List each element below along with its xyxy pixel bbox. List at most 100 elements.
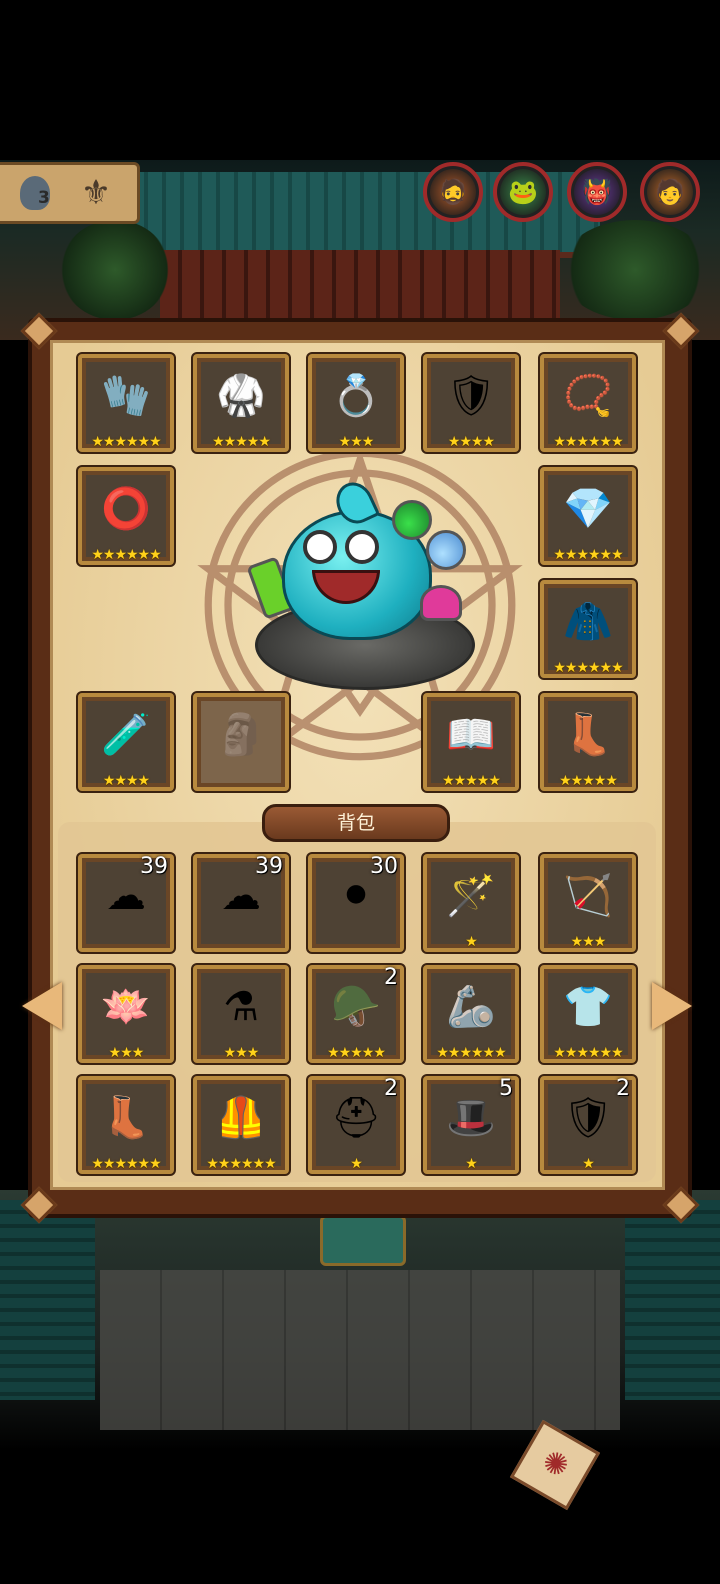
hero-button-2[interactable]: 🐸 <box>493 162 553 222</box>
flask-pink <box>420 585 462 621</box>
star-rating: ★★★★ <box>102 773 150 789</box>
equip-slot-locked-slot[interactable]: 🗿 <box>193 693 289 791</box>
alchemy-set-icon: 🧪 <box>101 712 151 758</box>
gold-armor-icon: 🦺 <box>216 1095 266 1141</box>
bag-slot-gold-armor[interactable]: 🦺 ★★★★★★ <box>193 1076 289 1174</box>
star-rating: ★ <box>350 1156 363 1172</box>
equip-slot-fire-book[interactable]: 📖 ★★★★★ <box>423 693 519 791</box>
potion-icon: ⚗ <box>223 984 259 1030</box>
star-rating: ★★★★★ <box>559 773 618 789</box>
star-rating: ★★★★★★ <box>553 434 623 450</box>
star-rating: ★ <box>582 1156 595 1172</box>
bag-slot-shirt-armor[interactable]: 👕 ★★★★★★ <box>540 965 636 1063</box>
hero-1-icon: 🧔 <box>438 178 468 206</box>
bag-slot-red-boots[interactable]: 👢 ★★★★★★ <box>78 1076 174 1174</box>
item-count: 2 <box>384 1076 398 1101</box>
boots-icon: 👢 <box>563 712 613 758</box>
hero-4-icon: 🧑 <box>655 178 685 206</box>
item-count: 39 <box>255 854 283 879</box>
star-rating: ★★★★★★ <box>91 434 161 450</box>
star-rating: ★ <box>465 934 478 950</box>
star-rating: ★★★★★★ <box>436 1045 506 1061</box>
hero-2-icon: 🐸 <box>508 178 538 206</box>
bag-slot-black-orb[interactable]: ⚫ 30 <box>308 854 404 952</box>
shirt-armor-icon: 👕 <box>563 984 613 1030</box>
star-rating: ★★★★★ <box>212 434 271 450</box>
lotus-icon: 🪷 <box>101 984 151 1030</box>
bag-slot-purple-gauntlet[interactable]: 🦾 ★★★★★★ <box>423 965 519 1063</box>
pine-tree-right <box>560 220 710 320</box>
bag-slot-horned-helmet[interactable]: 🎩 5 ★ <box>423 1076 519 1174</box>
chest-plate-icon: 🛡 <box>445 373 497 419</box>
item-count: 30 <box>370 854 398 879</box>
item-count: 2 <box>384 965 398 990</box>
star-rating: ★★★★★★ <box>206 1156 276 1172</box>
pine-tree-left <box>60 220 170 320</box>
bag-slot-aviator-helmet[interactable]: 🪖 2 ★★★★★ <box>308 965 404 1063</box>
bag-slot-blue-cloud[interactable]: ☁ 39 <box>78 854 174 952</box>
star-rating: ★★★ <box>338 434 375 450</box>
purple-gauntlet-icon: 🦾 <box>446 984 496 1030</box>
stone-floor <box>100 1270 620 1430</box>
flask-green <box>392 500 432 540</box>
star-rating: ★★★★★★ <box>553 1045 623 1061</box>
arrow-right-icon[interactable] <box>652 982 692 1030</box>
bag-slot-lotus[interactable]: 🪷 ★★★ <box>78 965 174 1063</box>
gloves-icon: 🧤 <box>101 373 151 419</box>
star-rating: ★★★★★★ <box>553 547 623 563</box>
star-rating: ★★★★★ <box>327 1045 386 1061</box>
equip-slot-cloak[interactable]: 🧥 ★★★★★★ <box>540 580 636 678</box>
wall-right <box>625 1200 720 1400</box>
item-count: 5 <box>499 1076 513 1101</box>
bag-slot-potion[interactable]: ⚗ ★★★ <box>193 965 289 1063</box>
star-rating: ★ <box>465 1156 478 1172</box>
shrine-lantern <box>320 1215 406 1266</box>
equip-slot-boots[interactable]: 👢 ★★★★★ <box>540 693 636 791</box>
hero-button-4[interactable]: 🧑 <box>640 162 700 222</box>
player-count: 3 <box>38 188 50 208</box>
wand-icon: 🪄 <box>446 873 496 919</box>
trophy-totem-icon[interactable]: ⚜ <box>72 168 120 218</box>
star-rating: ★★★★★★ <box>91 547 161 563</box>
ring-gold-icon: 💍 <box>331 373 381 419</box>
equip-slot-gloves[interactable]: 🧤 ★★★★★★ <box>78 354 174 452</box>
star-rating: ★★★ <box>570 934 607 950</box>
bag-slot-dust-cloud[interactable]: ☁ 39 <box>193 854 289 952</box>
equip-slot-ring-gold[interactable]: 💍 ★★★ <box>308 354 404 452</box>
star-rating: ★★★★★★ <box>91 1156 161 1172</box>
hero-button-3[interactable]: 👹 <box>567 162 627 222</box>
hero-button-1[interactable]: 🧔 <box>423 162 483 222</box>
bag-slot-plate-armor[interactable]: 🛡 2 ★ <box>540 1076 636 1174</box>
armor-icon: 🥋 <box>216 373 266 419</box>
slime-pet-eye <box>345 530 379 564</box>
ring-blue-icon: 💎 <box>563 486 613 532</box>
wall-left <box>0 1200 95 1400</box>
arrow-left-icon[interactable] <box>22 982 62 1030</box>
flask-blue <box>426 530 466 570</box>
fire-book-icon: 📖 <box>446 712 496 758</box>
belt-icon: ⭕ <box>101 486 151 532</box>
star-rating: ★★★★★★ <box>553 660 623 676</box>
star-rating: ★★★ <box>223 1045 260 1061</box>
bag-slot-bow[interactable]: 🏹 ★★★ <box>540 854 636 952</box>
bag-slot-winged-helmet[interactable]: ⛑ 2 ★ <box>308 1076 404 1174</box>
bag-title: 背包 <box>262 804 450 842</box>
equip-slot-belt[interactable]: ⭕ ★★★★★★ <box>78 467 174 565</box>
bag-slot-wand[interactable]: 🪄 ★ <box>423 854 519 952</box>
item-count: 39 <box>140 854 168 879</box>
hero-3-icon: 👹 <box>582 178 612 206</box>
star-rating: ★★★ <box>108 1045 145 1061</box>
item-count: 2 <box>616 1076 630 1101</box>
equip-slot-chest-plate[interactable]: 🛡 ★★★★ <box>423 354 519 452</box>
star-rating: ★★★★★ <box>442 773 501 789</box>
locked-slot-icon: 🗿 <box>216 712 266 758</box>
star-rating: ★★★★ <box>447 434 495 450</box>
equip-slot-amulet[interactable]: 📿 ★★★★★★ <box>540 354 636 452</box>
equip-slot-ring-blue[interactable]: 💎 ★★★★★★ <box>540 467 636 565</box>
cloak-icon: 🧥 <box>563 599 613 645</box>
equip-slot-alchemy-set[interactable]: 🧪 ★★★★ <box>78 693 174 791</box>
equip-slot-armor[interactable]: 🥋 ★★★★★ <box>193 354 289 452</box>
slime-pet-eye <box>303 530 337 564</box>
red-boots-icon: 👢 <box>101 1095 151 1141</box>
amulet-icon: 📿 <box>563 373 613 419</box>
